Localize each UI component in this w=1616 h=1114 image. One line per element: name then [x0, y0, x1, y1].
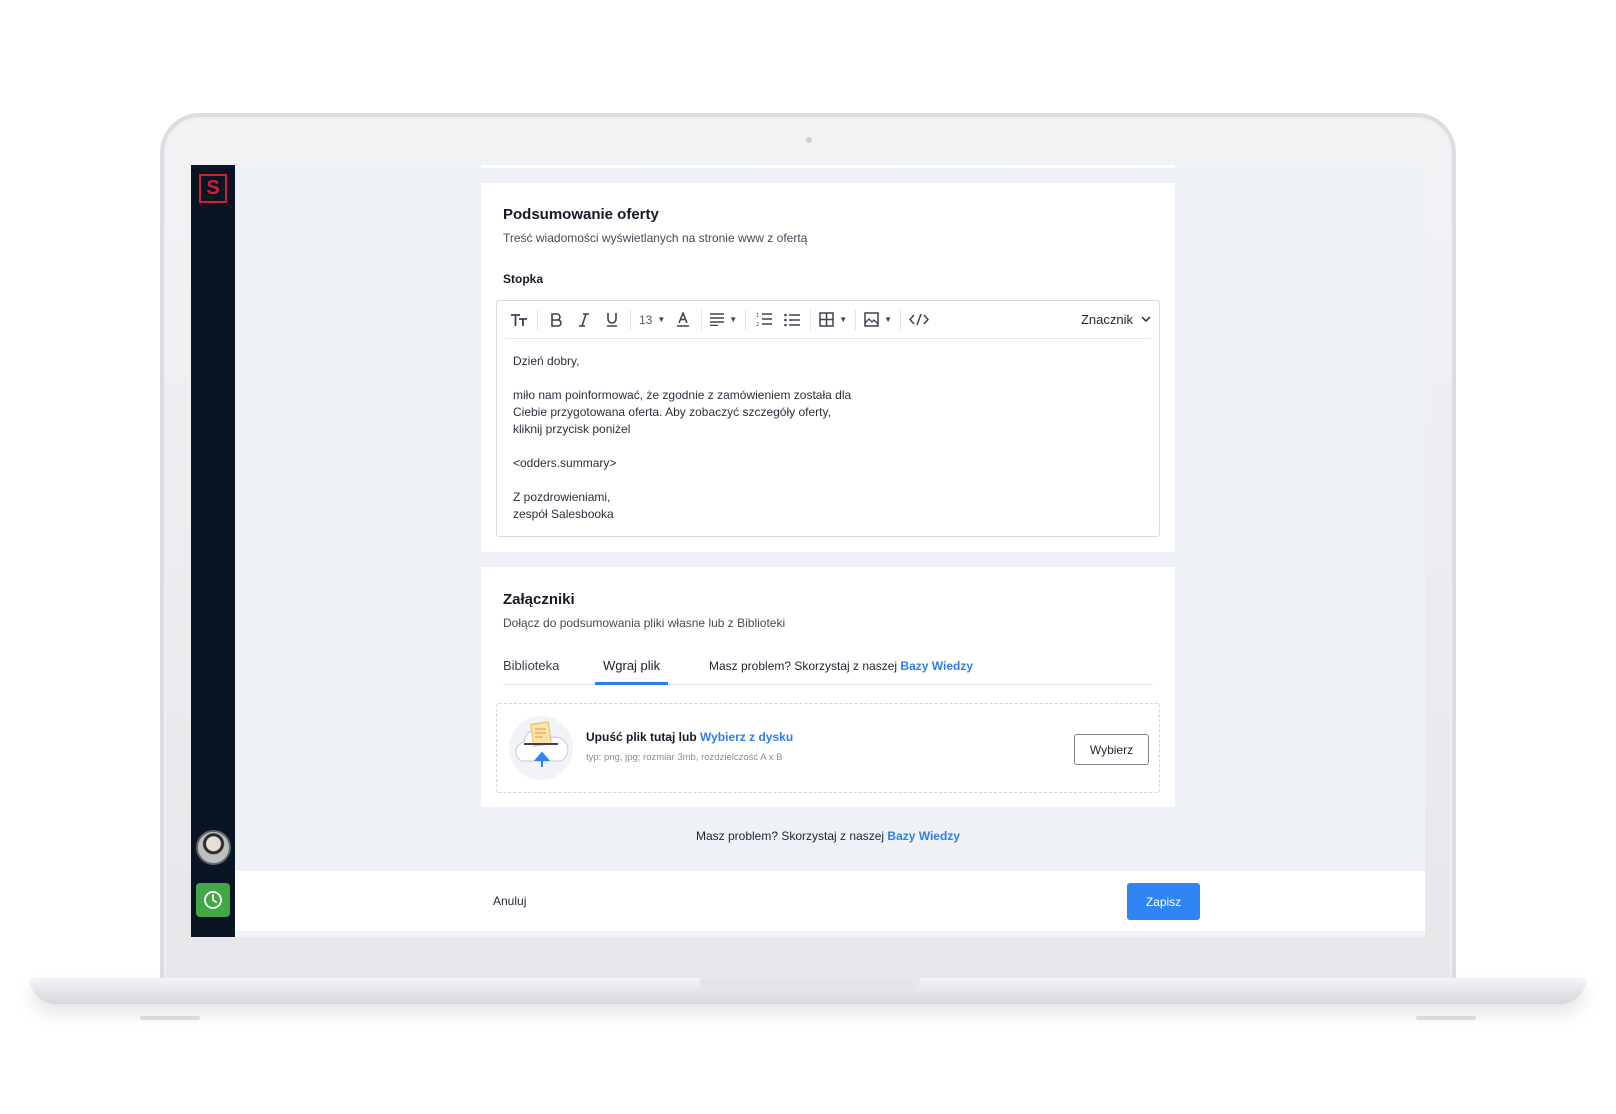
caret-down-icon: ▼	[839, 315, 848, 324]
previous-card-edge	[481, 165, 1175, 168]
camera	[806, 137, 812, 143]
caret-down-icon: ▼	[729, 315, 738, 324]
bullet-list-icon[interactable]	[778, 308, 806, 332]
code-icon[interactable]	[905, 308, 933, 332]
italic-icon[interactable]	[570, 308, 598, 332]
marker-dropdown[interactable]: Znacznik	[1081, 312, 1151, 327]
attachments-title: Załączniki	[503, 591, 575, 608]
choose-from-disk-link[interactable]: Wybierz z dysku	[700, 730, 793, 744]
logo-icon[interactable]: S	[199, 174, 227, 203]
bold-icon[interactable]	[542, 308, 570, 332]
editor-line: miło nam poinformować, że zgodnie z zamó…	[513, 388, 852, 402]
logo-letter: S	[206, 177, 220, 199]
page-help-text: Masz problem? Skorzystaj z naszej	[695, 829, 885, 843]
svg-text:1: 1	[756, 313, 759, 319]
editor-line: Dzień dobry,	[513, 354, 580, 368]
chevron-down-icon	[1141, 314, 1151, 325]
summary-subtitle: Treść wiadomości wyświetlanych na stroni…	[503, 231, 808, 245]
cloud-upload-icon	[508, 715, 574, 781]
underline-icon[interactable]	[598, 308, 626, 332]
summary-card: Podsumowanie oferty Treść wiadomości wyś…	[481, 183, 1175, 552]
table-icon[interactable]: ▼	[815, 308, 851, 332]
rich-text-editor[interactable]: 13 ▼ ▼ 12 ▼ ▼ Znacznik Dzień dobry, miło…	[496, 300, 1160, 537]
laptop-foot	[1416, 1016, 1476, 1020]
summary-title: Podsumowanie oferty	[503, 206, 659, 223]
attachments-subtitle: Dołącz do podsumowania pliki własne lub …	[503, 616, 786, 630]
avatar[interactable]	[196, 830, 231, 865]
attachments-card: Załączniki Dołącz do podsumowania pliki …	[481, 567, 1175, 807]
clock-icon[interactable]	[196, 883, 230, 917]
editor-line: <odders.summary>	[513, 456, 617, 470]
attachment-tabs: Biblioteka Wgraj plik Masz problem? Skor…	[503, 655, 1153, 685]
tab-help: Masz problem? Skorzystaj z naszej Bazy W…	[709, 659, 973, 673]
toolbar-divider	[810, 309, 812, 330]
toolbar-divider	[745, 309, 747, 330]
toolbar-divider	[900, 309, 902, 330]
caret-down-icon: ▼	[657, 315, 666, 324]
editor-line: Z pozdrowieniami,	[513, 490, 611, 504]
caret-down-icon: ▼	[884, 315, 893, 324]
cancel-button[interactable]: Anuluj	[493, 894, 526, 908]
tab-wgraj-plik[interactable]: Wgraj plik	[603, 658, 660, 673]
ordered-list-icon[interactable]: 12	[750, 308, 778, 332]
editor-line: Ciebie przygotowana oferta. Aby zobaczyć…	[513, 405, 831, 419]
font-size-value: 13	[639, 312, 653, 327]
dropzone-title-text: Upuść plik tutaj lub	[586, 730, 697, 744]
editor-content[interactable]: Dzień dobry, miło nam poinformować, że z…	[513, 353, 851, 523]
font-size-select[interactable]: 13 ▼	[635, 308, 669, 332]
dropzone-title: Upuść plik tutaj lub Wybierz z dysku	[586, 730, 793, 744]
sidebar: S	[191, 165, 235, 937]
font-color-icon[interactable]	[669, 308, 697, 332]
choose-file-button[interactable]: Wybierz	[1074, 734, 1149, 765]
marker-label: Znacznik	[1080, 312, 1133, 327]
toolbar-divider	[855, 309, 857, 330]
toolbar-divider	[537, 309, 538, 330]
app-screen: S Podsumowanie oferty Treść wiadomości w…	[191, 165, 1425, 937]
dropzone-hint: typ: png, jpg; rozmiar 3mb, rozdzielczoś…	[586, 752, 783, 763]
knowledge-base-link[interactable]: Bazy Wiedzy	[887, 829, 960, 843]
text-size-icon[interactable]	[505, 308, 533, 332]
action-footer: Anuluj Zapisz	[235, 871, 1425, 931]
align-icon[interactable]: ▼	[706, 308, 741, 332]
laptop-foot	[140, 1016, 200, 1020]
tab-help-text: Masz problem? Skorzystaj z naszej	[709, 659, 898, 673]
editor-toolbar: 13 ▼ ▼ 12 ▼ ▼ Znacznik	[505, 301, 1151, 339]
file-dropzone[interactable]: Upuść plik tutaj lub Wybierz z dysku typ…	[496, 703, 1160, 793]
footer-field-label: Stopka	[503, 272, 544, 286]
editor-line: kliknij przycisk poniżel	[513, 422, 631, 436]
active-tab-indicator	[595, 682, 668, 685]
save-button[interactable]: Zapisz	[1127, 883, 1200, 920]
laptop-notch	[700, 978, 920, 992]
toolbar-divider	[630, 309, 631, 330]
svg-text:2: 2	[756, 322, 759, 327]
editor-line: zespół Salesbooka	[513, 507, 614, 521]
page-help: Masz problem? Skorzystaj z naszej Bazy W…	[481, 829, 1175, 843]
toolbar-divider	[701, 309, 703, 330]
knowledge-base-link[interactable]: Bazy Wiedzy	[900, 659, 973, 673]
image-icon[interactable]: ▼	[860, 308, 896, 332]
tab-biblioteka[interactable]: Biblioteka	[503, 658, 559, 673]
